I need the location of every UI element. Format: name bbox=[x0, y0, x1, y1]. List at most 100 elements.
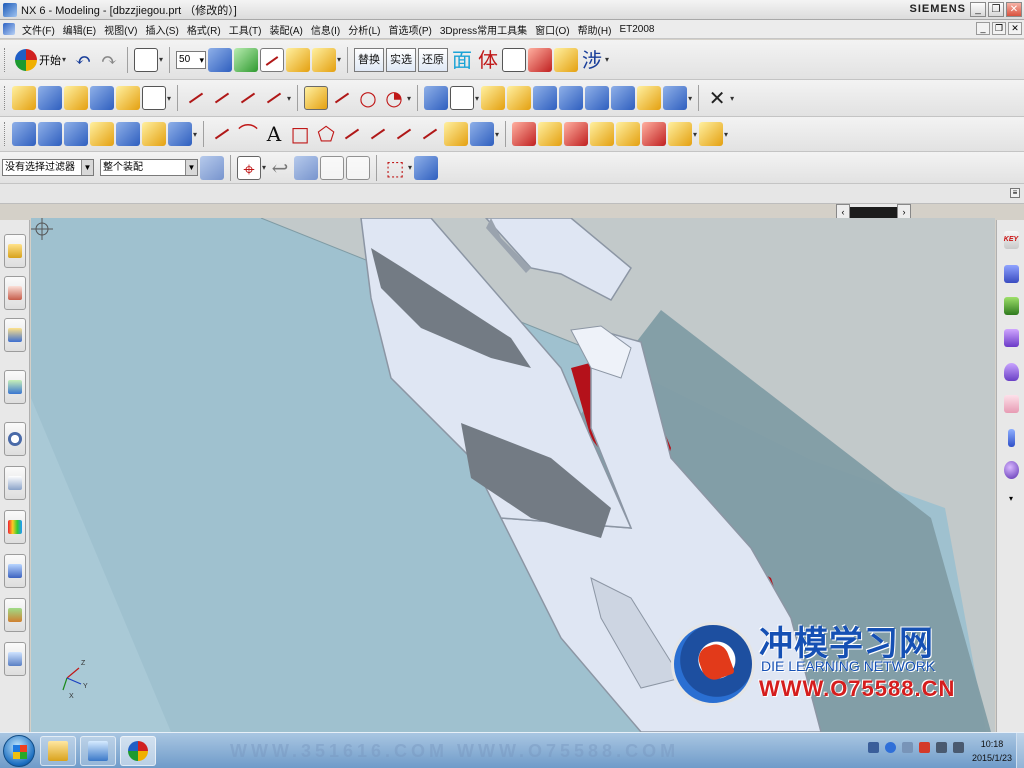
ruler-icon[interactable] bbox=[312, 47, 337, 72]
mesh-surface-icon[interactable] bbox=[38, 122, 62, 146]
document-icon[interactable] bbox=[3, 23, 15, 35]
replace-button[interactable]: 替换 bbox=[354, 47, 385, 72]
menu-preferences[interactable]: 首选项(P) bbox=[385, 22, 436, 37]
sweep-icon[interactable] bbox=[90, 86, 114, 110]
tray-printer-icon[interactable] bbox=[868, 742, 879, 753]
system-materials-tab[interactable] bbox=[4, 466, 26, 500]
face-tool-icon[interactable]: 面 bbox=[450, 48, 474, 72]
menu-assembly[interactable]: 装配(A) bbox=[265, 22, 306, 37]
selection-scope-select[interactable]: 整个装配 ▼ bbox=[100, 159, 198, 176]
roles-tab[interactable] bbox=[4, 598, 26, 632]
blue-bolt-tool-button[interactable] bbox=[1001, 426, 1021, 450]
taskbar-explorer[interactable] bbox=[40, 736, 76, 766]
tray-flag-icon[interactable] bbox=[919, 742, 930, 753]
component-new-icon[interactable] bbox=[564, 122, 589, 146]
thicken-icon[interactable] bbox=[90, 122, 114, 146]
line-icon[interactable] bbox=[330, 86, 354, 110]
doc-restore-button[interactable]: ❐ bbox=[992, 22, 1006, 35]
menu-insert[interactable]: 插入(S) bbox=[141, 22, 182, 37]
chamfer-icon[interactable] bbox=[663, 86, 688, 110]
menu-format[interactable]: 格式(R) bbox=[183, 22, 225, 37]
offset-curve-icon[interactable] bbox=[262, 86, 286, 110]
menu-tools[interactable]: 工具(T) bbox=[225, 22, 266, 37]
taskbar-app-2[interactable] bbox=[80, 736, 116, 766]
exploded-view-icon[interactable] bbox=[642, 122, 667, 146]
redo-icon[interactable]: ↷ bbox=[97, 48, 121, 72]
tray-arrow-icon[interactable] bbox=[902, 742, 913, 753]
purple-fitting-tool-button[interactable] bbox=[1001, 360, 1021, 384]
restore-view-button[interactable]: 还原 bbox=[418, 47, 449, 72]
basic-line-icon[interactable] bbox=[210, 122, 234, 146]
restore-button[interactable]: ❐ bbox=[988, 2, 1004, 17]
menu-3dpress-tools[interactable]: 3Dpress常用工具集 bbox=[436, 22, 531, 37]
tube-icon[interactable] bbox=[116, 86, 140, 110]
text-icon[interactable]: A bbox=[262, 122, 286, 146]
red-cube-icon[interactable] bbox=[528, 47, 553, 72]
process-studio-tab[interactable] bbox=[4, 510, 26, 544]
real-select-button[interactable]: 实选 bbox=[386, 47, 417, 72]
menu-et2008[interactable]: ET2008 bbox=[615, 24, 658, 35]
arc-icon[interactable]: ◔ bbox=[382, 86, 406, 110]
component-filter-icon[interactable] bbox=[346, 155, 371, 180]
box-icon[interactable] bbox=[611, 86, 636, 110]
toolbar-expand-icon[interactable]: ≡ bbox=[1010, 188, 1020, 198]
subtract-icon[interactable] bbox=[559, 86, 584, 110]
yellow-cube-icon[interactable] bbox=[554, 47, 579, 72]
curve-rule-icon[interactable]: ↩ bbox=[268, 156, 292, 180]
doc-close-button[interactable]: ✕ bbox=[1008, 22, 1022, 35]
purple-ball-tool-button[interactable] bbox=[1001, 458, 1021, 482]
wcs-dynamic-icon[interactable]: ✕ bbox=[705, 86, 729, 110]
join-curve-icon[interactable] bbox=[392, 122, 416, 146]
body-tool-icon[interactable]: 体 bbox=[476, 48, 500, 72]
sketch-icon[interactable] bbox=[12, 86, 36, 110]
trim-curve-icon[interactable] bbox=[184, 86, 208, 110]
system-scene-tab[interactable] bbox=[4, 642, 26, 676]
fillet-curve-icon[interactable] bbox=[236, 86, 260, 110]
plane-icon[interactable] bbox=[450, 86, 475, 110]
assembly-navigator-tab[interactable] bbox=[4, 234, 26, 268]
basic-arc-icon[interactable]: ⌒ bbox=[236, 122, 260, 146]
menu-edit[interactable]: 编辑(E) bbox=[59, 22, 100, 37]
toolbar-grip[interactable] bbox=[4, 47, 7, 72]
trim-body-icon[interactable] bbox=[142, 122, 166, 146]
wave-link-icon[interactable] bbox=[668, 122, 693, 146]
component-add-icon[interactable] bbox=[538, 122, 563, 146]
general-selection-icon[interactable] bbox=[200, 155, 224, 180]
purple-cube-tool-button[interactable] bbox=[1001, 326, 1021, 350]
cylinder-icon[interactable] bbox=[470, 122, 495, 146]
project-curve-icon[interactable] bbox=[418, 122, 442, 146]
face-rule-icon[interactable] bbox=[294, 155, 319, 180]
draft-icon[interactable] bbox=[507, 86, 532, 110]
feature-filter-icon[interactable] bbox=[320, 155, 345, 180]
nx-app-icon[interactable] bbox=[3, 2, 17, 17]
spline-icon[interactable] bbox=[340, 122, 364, 146]
menu-file[interactable]: 文件(F) bbox=[18, 22, 59, 37]
revolve-icon[interactable] bbox=[64, 86, 88, 110]
reuse-library-tab[interactable] bbox=[4, 370, 26, 404]
key-tool-button[interactable]: KEY bbox=[1001, 228, 1021, 252]
unite-icon[interactable] bbox=[533, 86, 558, 110]
menu-help[interactable]: 帮助(H) bbox=[574, 22, 616, 37]
intersect-icon[interactable] bbox=[585, 86, 610, 110]
tray-help-icon[interactable] bbox=[885, 742, 896, 753]
step-tool-icon[interactable]: 涉 bbox=[580, 48, 604, 72]
split-body-icon[interactable] bbox=[168, 122, 192, 146]
doc-minimize-button[interactable]: _ bbox=[976, 22, 990, 35]
divide-curve-icon[interactable] bbox=[210, 86, 234, 110]
clearance-icon[interactable] bbox=[699, 122, 724, 146]
history-tab[interactable] bbox=[4, 422, 26, 456]
menu-view[interactable]: 视图(V) bbox=[100, 22, 141, 37]
green-block-tool-button[interactable] bbox=[1001, 294, 1021, 318]
constraint-navigator-tab[interactable] bbox=[4, 276, 26, 310]
layer-settings-icon[interactable] bbox=[208, 47, 233, 72]
dotted-box-select-icon[interactable]: ⬚ bbox=[383, 156, 407, 180]
assembly-load-icon[interactable] bbox=[512, 122, 537, 146]
show-desktop-button[interactable] bbox=[1016, 733, 1024, 768]
view-cube-icon[interactable] bbox=[414, 155, 439, 180]
part-nav-icon[interactable] bbox=[502, 47, 527, 72]
shell-icon[interactable] bbox=[424, 86, 449, 110]
system-clock[interactable]: 10:18 2015/1/23 bbox=[972, 737, 1012, 765]
menu-analysis[interactable]: 分析(L) bbox=[344, 22, 384, 37]
type-filter-select[interactable]: 没有选择过滤器 ▼ bbox=[2, 159, 94, 176]
menu-window[interactable]: 窗口(O) bbox=[531, 22, 573, 37]
